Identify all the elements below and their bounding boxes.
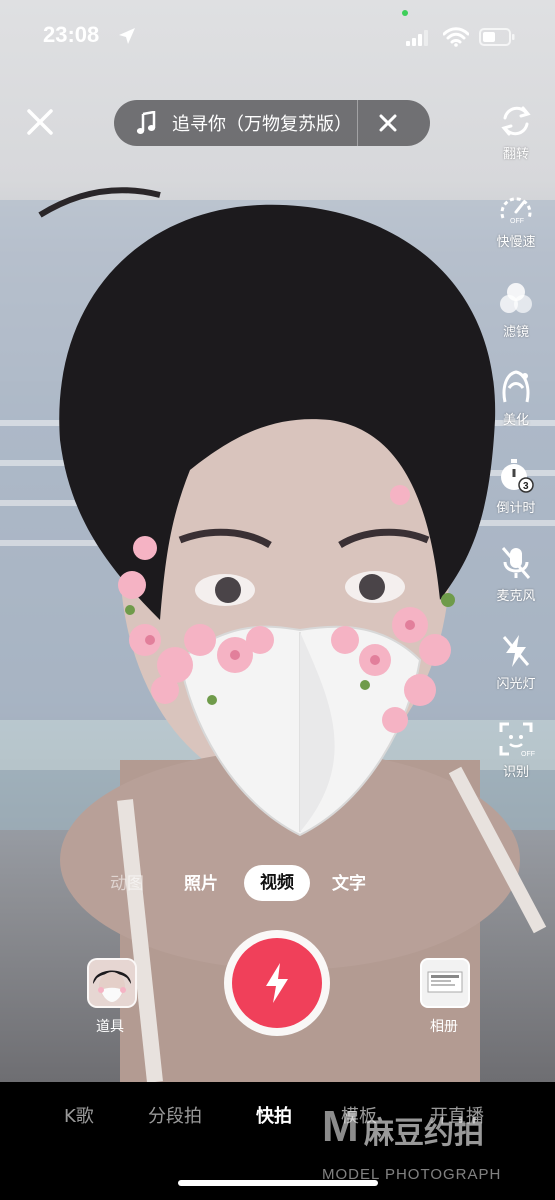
speed-dial-icon: OFF [500, 197, 532, 225]
tab-quick-shot[interactable]: 快拍 [256, 1102, 292, 1128]
beautify-button[interactable]: 美化 [486, 368, 546, 428]
tab-segment-shoot[interactable]: 分段拍 [148, 1102, 202, 1128]
beautify-label: 美化 [502, 413, 529, 428]
camera-preview-image [0, 187, 555, 1082]
wifi-icon [443, 27, 469, 47]
recognize-badge: OFF [521, 751, 535, 758]
props-button[interactable] [87, 958, 137, 1008]
mode-photo[interactable]: 照片 [184, 869, 218, 894]
mode-video[interactable]: 视频 [244, 865, 310, 901]
filter-circles-icon [500, 283, 532, 313]
tab-karaoke[interactable]: K歌 [64, 1102, 94, 1128]
speed-badge: OFF [510, 218, 524, 225]
mic-off-icon [501, 547, 531, 579]
beauty-icon [502, 370, 530, 403]
timer-icon: 3 [501, 459, 534, 493]
location-arrow-icon [119, 28, 135, 44]
props-label: 道具 [96, 1019, 124, 1035]
filter-button[interactable]: 滤镜 [486, 280, 546, 340]
album-button[interactable] [420, 958, 470, 1008]
flash-off-icon [502, 635, 530, 667]
watermark-logo: M [322, 1102, 359, 1151]
watermark-text-cn: 麻豆约拍 [364, 1116, 484, 1151]
face-scan-icon: OFF [499, 722, 535, 758]
filter-label: 滤镜 [502, 325, 529, 340]
microphone-button[interactable]: 麦克风 [486, 544, 546, 604]
countdown-label: 倒计时 [496, 501, 536, 516]
flip-camera-icon [501, 106, 531, 136]
close-camera-button[interactable] [24, 106, 56, 138]
props-thumbnail [89, 960, 135, 1006]
speed-label: 快慢速 [496, 235, 536, 250]
battery-icon [479, 28, 515, 46]
status-bar: 23:08 [0, 0, 555, 72]
camera-preview [0, 0, 555, 1082]
music-selector[interactable]: 追寻你（万物复苏版） [114, 100, 430, 146]
music-pill-divider [357, 100, 358, 146]
album-label: 相册 [430, 1019, 458, 1035]
flip-label: 翻转 [502, 147, 529, 162]
flash-button[interactable]: 闪光灯 [486, 632, 546, 692]
signal-icon [406, 30, 428, 46]
music-title: 追寻你（万物复苏版） [172, 114, 350, 135]
countdown-button[interactable]: 3 倒计时 [486, 456, 546, 516]
home-indicator[interactable] [178, 1180, 378, 1186]
remove-music-button[interactable] [379, 114, 397, 132]
recognize-label: 识别 [502, 765, 529, 780]
flash-label: 闪光灯 [496, 677, 536, 692]
countdown-badge: 3 [523, 481, 529, 492]
quick-shot-bolt-icon [266, 963, 288, 1003]
flip-button[interactable]: 翻转 [486, 102, 546, 162]
mode-gif[interactable]: 动图 [110, 869, 144, 894]
camera-in-use-indicator [402, 10, 408, 16]
music-note-icon [136, 111, 156, 134]
microphone-label: 麦克风 [496, 589, 536, 604]
speed-button[interactable]: OFF 快慢速 [486, 190, 546, 250]
mode-text[interactable]: 文字 [332, 869, 366, 894]
album-thumbnail [427, 971, 463, 993]
capture-mode-selector: 动图 照片 视频 文字 [0, 865, 555, 901]
recognize-button[interactable]: OFF 识别 [486, 720, 546, 780]
status-time: 23:08 [43, 22, 100, 47]
